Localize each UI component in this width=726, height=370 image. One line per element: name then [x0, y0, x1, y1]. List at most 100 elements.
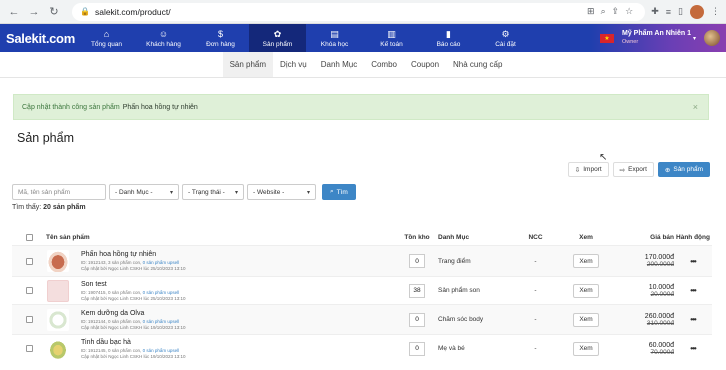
star-icon[interactable]: ☆: [625, 6, 633, 17]
status-value: - Trạng thái -: [188, 188, 225, 196]
nav-ke-toan[interactable]: ▥ Kế toán: [363, 24, 420, 52]
more-icon[interactable]: •••: [690, 315, 696, 324]
back-icon[interactable]: ←: [6, 4, 22, 20]
product-updated: Cập nhật bởi Ngọc Linh CSKH lúc 25/10/20…: [81, 266, 186, 271]
more-icon[interactable]: •••: [690, 257, 696, 266]
subnav-danh-muc[interactable]: Danh Mục: [314, 52, 364, 77]
nav-label: Khách hàng: [146, 40, 181, 48]
row-checkbox[interactable]: [25, 287, 33, 294]
product-name[interactable]: Tinh dầu bạc hà: [81, 338, 186, 348]
chart-icon: ▮: [446, 28, 451, 39]
row-checkbox[interactable]: [25, 345, 33, 352]
nav-label: Đơn hàng: [206, 40, 235, 48]
vietnam-flag-icon[interactable]: ★: [600, 33, 614, 43]
nav-bao-cao[interactable]: ▮ Báo cáo: [420, 24, 477, 52]
product-thumbnail[interactable]: [47, 337, 69, 360]
home-icon: ⌂: [103, 28, 110, 39]
old-price: 200.000đ: [646, 261, 674, 268]
extensions-icon[interactable]: ✚: [651, 6, 659, 17]
stock-input[interactable]: 0: [409, 254, 425, 268]
product-ncc: -: [534, 316, 537, 323]
forward-icon[interactable]: →: [26, 4, 42, 20]
upsell-link[interactable]: 0 sản phẩm upsell: [143, 290, 180, 295]
users-icon: ☺: [158, 28, 169, 39]
view-button[interactable]: Xem: [573, 341, 599, 356]
close-icon[interactable]: ×: [693, 102, 698, 112]
avatar[interactable]: [704, 30, 720, 46]
product-name[interactable]: Phấn hoa hồng tự nhiên: [81, 250, 186, 260]
nav-label: Báo cáo: [436, 40, 461, 48]
sidebar-icon[interactable]: ▯: [678, 6, 683, 17]
logo[interactable]: Salekit.com: [0, 24, 78, 52]
result-count-value: 20 sản phẩm: [43, 204, 86, 211]
export-icon: ⇨: [619, 166, 626, 174]
search-button[interactable]: ⌕ Tìm: [322, 184, 356, 200]
nav-khach-hang[interactable]: ☺ Khách hàng: [135, 24, 192, 52]
share-icon[interactable]: ⇪: [612, 6, 620, 17]
more-icon[interactable]: •••: [690, 344, 696, 353]
product-name[interactable]: Kem dưỡng da Olva: [81, 309, 186, 319]
product-name[interactable]: Son test: [81, 280, 186, 290]
plus-circle-icon: ⊕: [664, 166, 671, 174]
account-menu[interactable]: Mỹ Phẩm An Nhiên 1 Owner: [622, 29, 691, 47]
row-checkbox[interactable]: [25, 257, 33, 265]
page-title: Sản phẩm: [17, 131, 74, 145]
view-button[interactable]: Xem: [573, 254, 599, 268]
chevron-down-icon: ▾: [169, 189, 173, 196]
product-updated: Cập nhật bởi Ngọc Linh CSKH lúc 25/10/20…: [81, 295, 186, 301]
reload-icon[interactable]: ↻: [46, 4, 62, 20]
select-all-checkbox[interactable]: [25, 233, 33, 241]
add-product-button[interactable]: ⊕ Sản phẩm: [657, 162, 710, 177]
translate-icon[interactable]: ⊞: [587, 6, 595, 17]
subnav-nha-cung-cap[interactable]: Nhà cung cấp: [446, 52, 509, 77]
stock-input[interactable]: 38: [409, 283, 425, 298]
search-icon[interactable]: ⌕: [601, 6, 606, 17]
subnav-coupon[interactable]: Coupon: [404, 52, 446, 77]
export-button[interactable]: ⇨ Export: [612, 162, 654, 177]
product-category: Trang điểm: [438, 257, 471, 265]
row-checkbox[interactable]: [25, 316, 33, 323]
nav-tong-quan[interactable]: ⌂ Tổng quan: [78, 24, 135, 52]
nav-label: Khóa học: [320, 40, 349, 48]
website-select[interactable]: - Website - ▾: [247, 184, 316, 200]
upsell-link[interactable]: 0 sản phẩm upsell: [143, 260, 180, 265]
subnav-dich-vu[interactable]: Dịch vụ: [273, 52, 314, 77]
media-icon[interactable]: ≡: [666, 7, 671, 17]
old-price: 70.000đ: [650, 348, 675, 356]
product-updated: Cập nhật bởi Ngọc Linh CSKH lúc 19/10/20…: [81, 324, 186, 330]
search-input[interactable]: Mã, tên sản phẩm: [12, 184, 106, 200]
menu-icon[interactable]: ⋮: [711, 6, 720, 17]
account-role: Owner: [622, 39, 639, 45]
browser-toolbar: ← → ↻ 🔒 salekit.com/product/ ⊞ ⌕ ⇪ ☆ ✚ ≡…: [0, 0, 726, 24]
status-select[interactable]: - Trạng thái - ▾: [182, 184, 244, 200]
nav-san-pham[interactable]: ✿ Sản phẩm: [249, 24, 306, 52]
product-thumbnail[interactable]: [47, 279, 69, 302]
success-alert: Cập nhật thành công sản phẩm Phấn hoa hồ…: [13, 94, 709, 120]
view-button[interactable]: Xem: [573, 312, 599, 327]
product-thumbnail[interactable]: [47, 308, 69, 331]
address-bar[interactable]: 🔒 salekit.com/product/ ⊞ ⌕ ⇪ ☆: [72, 2, 646, 21]
nav-cai-dat[interactable]: ⚙ Cài đặt: [477, 24, 534, 52]
subnav-san-pham[interactable]: Sản phẩm: [222, 52, 274, 77]
import-button[interactable]: ⇩ Import: [567, 162, 609, 177]
nav-label: Kế toán: [380, 40, 403, 48]
stock-input[interactable]: 0: [409, 312, 425, 327]
category-select[interactable]: - Danh Mục - ▾: [109, 184, 179, 200]
profile-avatar[interactable]: [690, 4, 704, 19]
nav-khoa-hoc[interactable]: ▤ Khóa học: [306, 24, 363, 52]
chevron-down-icon[interactable]: ▾: [693, 35, 696, 42]
upsell-link[interactable]: 0 sản phẩm upsell: [143, 348, 180, 353]
gear-icon: ⚙: [501, 28, 510, 39]
header-stock: Tồn kho: [404, 233, 430, 241]
main-nav: ⌂ Tổng quan ☺ Khách hàng $ Đơn hàng ✿ Sả…: [78, 24, 534, 52]
product-icon: ✿: [273, 28, 282, 39]
price: 170.000đ: [644, 254, 674, 261]
product-thumbnail[interactable]: [47, 250, 69, 272]
upsell-link[interactable]: 0 sản phẩm upsell: [143, 319, 180, 324]
more-icon[interactable]: •••: [690, 286, 696, 295]
subnav-combo[interactable]: Combo: [364, 52, 404, 77]
view-button[interactable]: Xem: [573, 283, 599, 298]
nav-don-hang[interactable]: $ Đơn hàng: [192, 24, 249, 52]
stock-input[interactable]: 0: [409, 341, 425, 356]
lock-icon: 🔒: [80, 7, 90, 16]
